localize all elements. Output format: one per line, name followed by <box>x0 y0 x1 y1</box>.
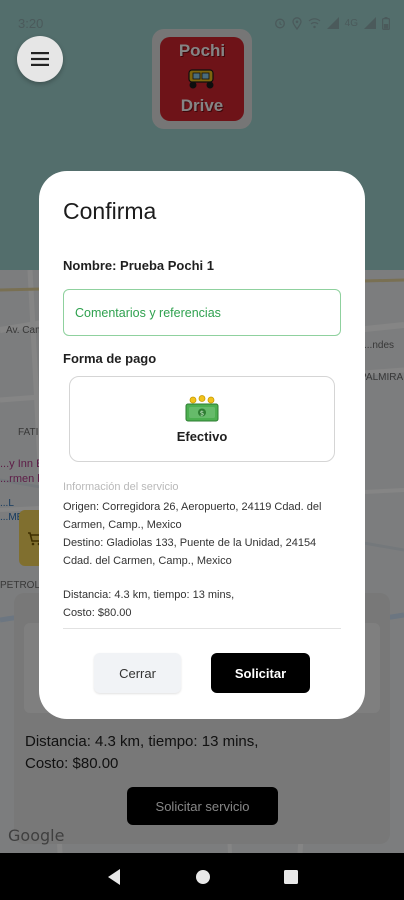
svg-text:$: $ <box>200 409 204 417</box>
comments-input[interactable] <box>63 289 341 336</box>
dialog-title: Confirma <box>63 198 157 224</box>
service-cost: Costo: $80.00 <box>63 607 132 619</box>
recents-square-icon[interactable] <box>283 869 298 884</box>
network-type: 4G <box>344 17 358 29</box>
home-circle-icon[interactable] <box>195 869 211 885</box>
location-icon <box>292 16 302 30</box>
hamburger-menu-icon <box>31 52 49 66</box>
battery-icon <box>382 16 390 30</box>
payment-option-label: Efectivo <box>176 428 228 444</box>
alarm-icon <box>274 18 285 29</box>
request-button[interactable]: Solicitar <box>211 653 310 693</box>
service-distance-cost: Distancia: 4.3 km, tiempo: 13 mins, Cost… <box>63 586 348 622</box>
status-bar: 3:20 4G <box>0 0 404 46</box>
service-distance: Distancia: 4.3 km, tiempo: 13 mins, <box>63 589 235 601</box>
service-origin: Origen: Corregidora 26, Aeropuerto, 2411… <box>63 501 322 531</box>
payment-option-cash[interactable]: $ Efectivo <box>69 376 335 462</box>
service-destination: Destino: Gladiolas 133, Puente de la Uni… <box>63 537 317 567</box>
status-time: 3:20 <box>18 15 44 31</box>
close-button[interactable]: Cerrar <box>94 653 181 693</box>
passenger-name: Nombre: Prueba Pochi 1 <box>63 258 214 273</box>
cash-icon: $ <box>185 394 219 421</box>
service-info-header: Información del servicio <box>63 481 179 493</box>
signal-icon <box>326 17 339 29</box>
system-nav-bar <box>0 853 404 900</box>
confirm-dialog: Confirma Nombre: Prueba Pochi 1 Forma de… <box>39 171 365 719</box>
dialog-divider <box>63 628 341 629</box>
signal-icon <box>364 17 376 29</box>
back-triangle-icon[interactable] <box>106 868 122 886</box>
wifi-calling-icon <box>308 18 321 29</box>
payment-method-label: Forma de pago <box>63 351 157 366</box>
